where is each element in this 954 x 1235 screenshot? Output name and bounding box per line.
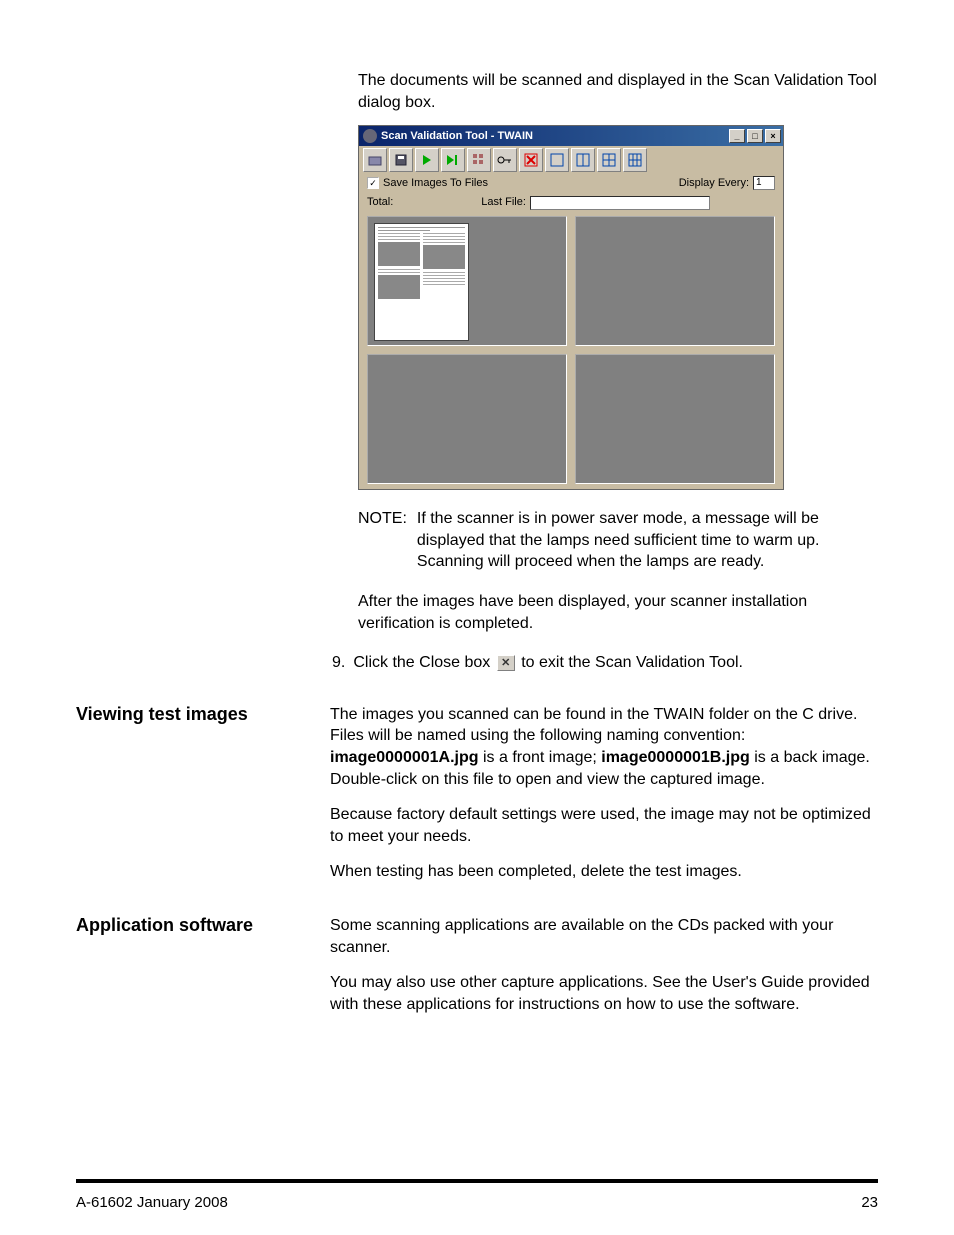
step-9: 9. Click the Close box ✕ to exit the Sca… [332, 652, 878, 674]
preview-pane-4 [575, 354, 775, 484]
viewing-p3: When testing has been completed, delete … [330, 861, 878, 883]
section-application-software: Application software Some scanning appli… [76, 915, 878, 1029]
appsoft-p1: Some scanning applications are available… [330, 915, 878, 958]
scanner-icon[interactable] [363, 148, 387, 172]
display-every-input[interactable]: 1 [753, 176, 775, 190]
play-icon[interactable] [415, 148, 439, 172]
pane-two-icon[interactable] [571, 148, 595, 172]
preview-pane-2 [575, 216, 775, 346]
close-button[interactable]: × [765, 129, 781, 143]
step-pre: Click the Close box [353, 654, 490, 671]
lastfile-input[interactable] [530, 196, 710, 210]
heading-appsoft: Application software [76, 915, 330, 936]
step-post: to exit the Scan Validation Tool. [521, 654, 743, 671]
footer: A-61602 January 2008 23 [76, 1194, 878, 1211]
after-paragraph: After the images have been displayed, yo… [358, 591, 878, 634]
disk-icon[interactable] [389, 148, 413, 172]
viewing-p1-pre: The images you scanned can be found in t… [330, 706, 857, 745]
viewing-p1-b1: image0000001A.jpg [330, 749, 479, 766]
options-bar: ✓ Save Images To Files Display Every: 1 [359, 174, 783, 194]
maximize-button[interactable]: □ [747, 129, 763, 143]
save-images-label: Save Images To Files [383, 177, 488, 189]
footer-rule [76, 1179, 878, 1183]
save-checkbox[interactable]: ✓ [367, 177, 379, 189]
note-text: If the scanner is in power saver mode, a… [417, 508, 878, 573]
lastfile-label: Last File: [481, 196, 526, 210]
footer-page-number: 23 [861, 1194, 878, 1211]
section-viewing-test-images: Viewing test images The images you scann… [76, 704, 878, 897]
pane-four-icon[interactable] [597, 148, 621, 172]
step-text: Click the Close box ✕ to exit the Scan V… [353, 652, 743, 674]
viewing-p2: Because factory default settings were us… [330, 804, 878, 847]
app-icon [363, 129, 377, 143]
scan-validation-screenshot: Scan Validation Tool - TWAIN _ □ × ✓ Sav… [358, 125, 784, 490]
toolbar [359, 146, 783, 174]
viewing-p1-mid: is a front image; [479, 749, 602, 766]
total-label: Total: [367, 196, 393, 210]
viewing-p1-b2: image0000001B.jpg [601, 749, 750, 766]
preview-pane-1 [367, 216, 567, 346]
note-label: NOTE: [358, 508, 407, 530]
status-bar: Total: Last File: [359, 194, 783, 216]
clear-x-icon[interactable] [519, 148, 543, 172]
footer-doc-id: A-61602 January 2008 [76, 1194, 228, 1211]
heading-viewing: Viewing test images [76, 704, 330, 725]
window-title: Scan Validation Tool - TWAIN [381, 130, 533, 142]
preview-pane-3 [367, 354, 567, 484]
window-titlebar: Scan Validation Tool - TWAIN _ □ × [359, 126, 783, 146]
display-every-label: Display Every: [679, 177, 749, 189]
appsoft-p2: You may also use other capture applicati… [330, 972, 878, 1015]
intro-paragraph: The documents will be scanned and displa… [358, 70, 878, 113]
step-number: 9. [332, 652, 345, 674]
settings-grid-icon[interactable] [467, 148, 491, 172]
pane-one-icon[interactable] [545, 148, 569, 172]
close-box-icon: ✕ [497, 655, 515, 671]
preview-grid [359, 216, 783, 492]
scanned-document [374, 223, 469, 341]
minimize-button[interactable]: _ [729, 129, 745, 143]
key-icon[interactable] [493, 148, 517, 172]
note-block: NOTE: If the scanner is in power saver m… [358, 508, 878, 573]
viewing-p1: The images you scanned can be found in t… [330, 704, 878, 790]
play-end-icon[interactable] [441, 148, 465, 172]
pane-grid-icon[interactable] [623, 148, 647, 172]
